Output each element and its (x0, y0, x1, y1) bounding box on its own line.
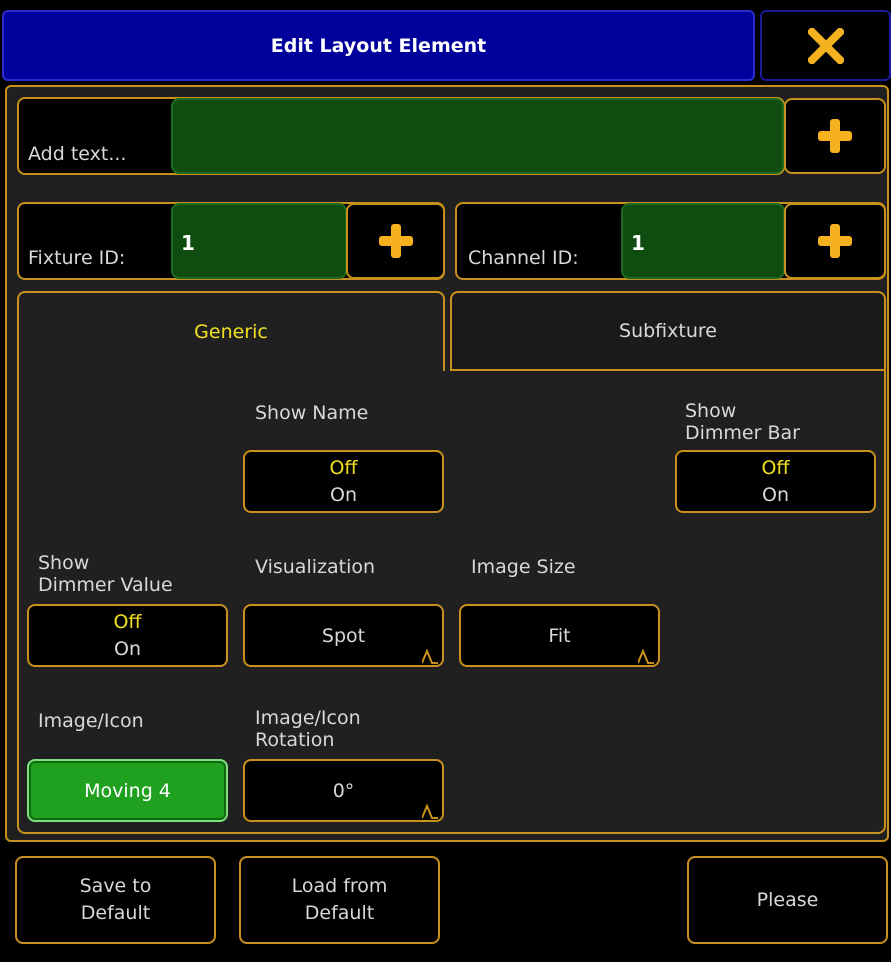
tab-subfixture[interactable]: Subfixture (450, 291, 886, 371)
dialog-title: Edit Layout Element (270, 34, 487, 57)
title-bar: Edit Layout Element (2, 10, 755, 81)
image-icon-rotation-label-line2: Rotation (255, 729, 335, 751)
plus-icon (378, 224, 413, 258)
channel-id-label: Channel ID: (468, 247, 579, 269)
visualization-value: Spot (321, 624, 366, 647)
show-dimmer-bar-off: Off (761, 456, 790, 479)
show-dimmer-value-toggle[interactable]: Off On (27, 604, 228, 667)
fixture-id-input[interactable]: 1 (171, 203, 347, 279)
show-dimmer-value-label-line2: Dimmer Value (38, 574, 173, 596)
save-to-default-line1: Save to (79, 875, 152, 897)
image-icon-label: Image/Icon (38, 710, 144, 732)
show-dimmer-value-label: Show Dimmer Value (38, 552, 173, 596)
show-dimmer-bar-label-line1: Show (685, 400, 737, 422)
show-name-off: Off (329, 456, 358, 479)
image-icon-rotation-label: Image/Icon Rotation (255, 707, 361, 751)
image-icon-rotation-select[interactable]: 0° (243, 759, 444, 822)
visualization-select[interactable]: Spot (243, 604, 444, 667)
show-dimmer-value-on: On (114, 637, 141, 660)
show-name-toggle[interactable]: Off On (243, 450, 444, 513)
text-input[interactable] (171, 98, 784, 174)
channel-id-value: 1 (631, 231, 645, 255)
fixture-id-value: 1 (181, 231, 195, 255)
please-button[interactable]: Please (687, 856, 888, 944)
plus-icon (818, 224, 852, 258)
plus-icon (818, 119, 852, 153)
tab-generic[interactable]: Generic (17, 291, 445, 371)
show-dimmer-bar-label-line2: Dimmer Bar (685, 422, 800, 444)
close-icon (807, 27, 844, 64)
image-size-select[interactable]: Fit (459, 604, 660, 667)
dropdown-notch-icon (422, 803, 438, 819)
show-name-label: Show Name (255, 402, 369, 424)
image-size-label: Image Size (471, 556, 576, 578)
dropdown-notch-icon (422, 648, 438, 664)
save-to-default-line2: Default (80, 902, 151, 924)
channel-id-input[interactable]: 1 (621, 203, 785, 279)
image-icon-rotation-value: 0° (332, 779, 355, 802)
load-from-default-button[interactable]: Load from Default (239, 856, 440, 944)
load-from-default-line2: Default (304, 902, 375, 924)
image-icon-rotation-label-line1: Image/Icon (255, 707, 361, 729)
image-icon-button[interactable]: Moving 4 (27, 759, 228, 822)
show-dimmer-value-off: Off (113, 610, 142, 633)
add-text-label: Add text... (28, 143, 127, 165)
show-name-on: On (330, 483, 357, 506)
close-button[interactable] (760, 10, 891, 81)
show-dimmer-value-label-line1: Show (38, 552, 90, 574)
channel-id-plus-button[interactable] (784, 203, 886, 279)
load-from-default-line1: Load from (291, 875, 388, 897)
add-text-plus-button[interactable] (784, 98, 886, 174)
dropdown-notch-icon (638, 648, 654, 664)
save-to-default-button[interactable]: Save to Default (15, 856, 216, 944)
show-dimmer-bar-label: Show Dimmer Bar (685, 400, 800, 444)
show-dimmer-bar-on: On (762, 483, 789, 506)
show-dimmer-bar-toggle[interactable]: Off On (675, 450, 876, 513)
fixture-id-plus-button[interactable] (346, 203, 445, 279)
fixture-id-label: Fixture ID: (28, 247, 126, 269)
image-size-value: Fit (548, 624, 571, 647)
visualization-label: Visualization (255, 556, 376, 578)
